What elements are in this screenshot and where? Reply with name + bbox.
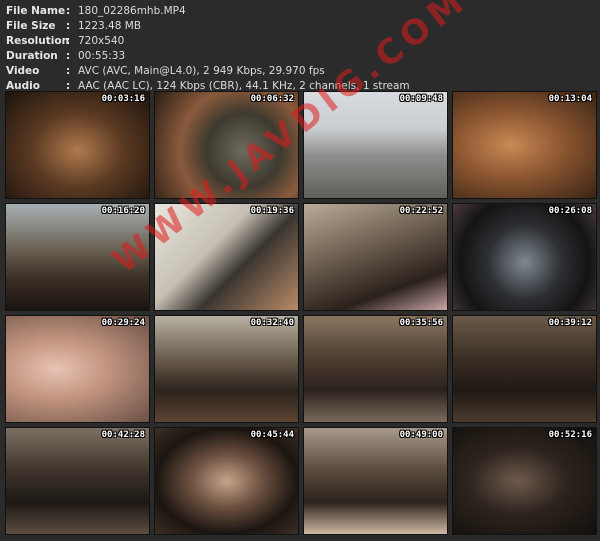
frame-image: [155, 204, 298, 310]
info-separator: :: [66, 5, 71, 17]
info-separator: :: [66, 65, 71, 77]
thumbnail-timestamp: 00:42:28: [101, 430, 145, 440]
video-thumbnail[interactable]: 00:13:04: [452, 91, 597, 199]
video-thumbnail[interactable]: 00:42:28: [5, 427, 150, 535]
thumbnail-timestamp: 00:32:40: [250, 318, 294, 328]
thumbnail-timestamp: 00:52:16: [548, 430, 592, 440]
info-row-file-name: File Name : 180_02286mhb.MP4: [6, 4, 594, 19]
frame-image: [304, 316, 447, 422]
info-key: Video: [6, 65, 40, 77]
frame-image: [453, 204, 596, 310]
video-thumbnail[interactable]: 00:03:16: [5, 91, 150, 199]
thumbnail-timestamp: 00:49:00: [399, 430, 443, 440]
video-thumbnail[interactable]: 00:32:40: [154, 315, 299, 423]
frame-image: [304, 204, 447, 310]
video-thumbnail[interactable]: 00:19:36: [154, 203, 299, 311]
info-value: AVC (AVC, Main@L4.0), 2 949 Kbps, 29.970…: [78, 65, 325, 77]
info-key: File Size: [6, 20, 56, 32]
frame-image: [453, 92, 596, 198]
video-thumbnail[interactable]: 00:29:24: [5, 315, 150, 423]
thumbnail-grid: 00:03:16 00:06:32 00:09:48 00:13:04 00:1…: [5, 91, 597, 537]
info-row-video: Video : AVC (AVC, Main@L4.0), 2 949 Kbps…: [6, 64, 594, 79]
frame-image: [304, 428, 447, 534]
frame-image: [453, 316, 596, 422]
info-row-duration: Duration : 00:55:33: [6, 49, 594, 64]
video-thumbnail[interactable]: 00:22:52: [303, 203, 448, 311]
frame-image: [6, 204, 149, 310]
frame-image: [6, 428, 149, 534]
thumbnail-timestamp: 00:22:52: [399, 206, 443, 216]
video-thumbnail[interactable]: 00:39:12: [452, 315, 597, 423]
thumbnail-timestamp: 00:09:48: [399, 94, 443, 104]
thumbnail-timestamp: 00:19:36: [250, 206, 294, 216]
info-value: 1223.48 MB: [78, 20, 142, 32]
frame-image: [155, 428, 298, 534]
info-value: 00:55:33: [78, 50, 126, 62]
thumbnail-timestamp: 00:06:32: [250, 94, 294, 104]
thumbnail-timestamp: 00:03:16: [101, 94, 145, 104]
info-value: 720x540: [78, 35, 125, 47]
thumbnail-timestamp: 00:45:44: [250, 430, 294, 440]
video-thumbnail[interactable]: 00:09:48: [303, 91, 448, 199]
info-row-file-size: File Size : 1223.48 MB: [6, 19, 594, 34]
info-separator: :: [66, 50, 71, 62]
file-info-panel: File Name : 180_02286mhb.MP4 File Size :…: [6, 4, 594, 94]
thumbnail-timestamp: 00:39:12: [548, 318, 592, 328]
info-key: Resolution: [6, 35, 70, 47]
frame-image: [155, 316, 298, 422]
video-thumbnail[interactable]: 00:35:56: [303, 315, 448, 423]
info-key: Duration: [6, 50, 58, 62]
video-thumbnail[interactable]: 00:16:20: [5, 203, 150, 311]
frame-image: [6, 92, 149, 198]
thumbnail-timestamp: 00:13:04: [548, 94, 592, 104]
video-thumbnail[interactable]: 00:52:16: [452, 427, 597, 535]
info-row-resolution: Resolution : 720x540: [6, 34, 594, 49]
video-thumbnail[interactable]: 00:26:08: [452, 203, 597, 311]
thumbnail-timestamp: 00:26:08: [548, 206, 592, 216]
frame-image: [6, 316, 149, 422]
thumbnail-timestamp: 00:35:56: [399, 318, 443, 328]
info-separator: :: [66, 20, 71, 32]
info-key: File Name: [6, 5, 66, 17]
frame-image: [304, 92, 447, 198]
contact-sheet: File Name : 180_02286mhb.MP4 File Size :…: [0, 0, 600, 541]
info-separator: :: [66, 35, 71, 47]
thumbnail-timestamp: 00:29:24: [101, 318, 145, 328]
thumbnail-timestamp: 00:16:20: [101, 206, 145, 216]
info-value: 180_02286mhb.MP4: [78, 5, 186, 17]
video-thumbnail[interactable]: 00:45:44: [154, 427, 299, 535]
video-thumbnail[interactable]: 00:49:00: [303, 427, 448, 535]
frame-image: [453, 428, 596, 534]
frame-image: [155, 92, 298, 198]
video-thumbnail[interactable]: 00:06:32: [154, 91, 299, 199]
